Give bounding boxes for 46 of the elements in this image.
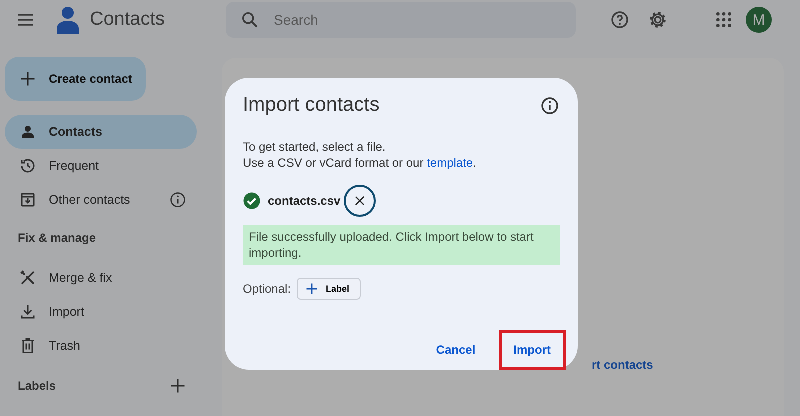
- plus-icon: [19, 70, 37, 88]
- section-heading: Labels: [18, 379, 56, 393]
- info-icon[interactable]: [540, 96, 560, 116]
- dialog-action-button[interactable]: Cancel: [421, 330, 491, 370]
- plus-icon[interactable]: [169, 377, 187, 395]
- search-icon: [240, 10, 260, 30]
- nav-label: Trash: [49, 339, 80, 353]
- nav-item[interactable]: Import: [5, 295, 197, 329]
- apps-grid-icon[interactable]: [714, 10, 734, 30]
- nav-item[interactable]: Frequent: [5, 149, 197, 183]
- nav-item[interactable]: Other contacts: [5, 183, 197, 217]
- app-title: Contacts: [90, 9, 166, 31]
- section-heading: Fix & manage: [17, 230, 98, 247]
- dialog-instructions: To get started, select a file. Use a CSV or vCard format or our template.: [243, 139, 478, 171]
- tray-download-icon: [19, 191, 37, 209]
- account-avatar[interactable]: M: [746, 7, 772, 33]
- help-icon[interactable]: [610, 10, 630, 30]
- nav-label: Frequent: [49, 159, 100, 173]
- search-field[interactable]: Search: [226, 2, 576, 38]
- nav-item[interactable]: Contacts: [5, 115, 197, 149]
- optional-label: Optional:: [243, 282, 292, 296]
- remove-file-button[interactable]: [344, 185, 376, 217]
- dialog-action-button[interactable]: Import: [498, 330, 566, 370]
- nav-item[interactable]: Merge & fix: [5, 261, 197, 295]
- add-label-button[interactable]: Label: [297, 278, 361, 300]
- history-icon: [19, 157, 37, 175]
- trash-icon: [19, 337, 37, 355]
- nav-label: Merge & fix: [49, 271, 112, 285]
- nav-label: Import: [49, 305, 84, 319]
- tools-icon: [19, 269, 37, 287]
- info-icon[interactable]: [169, 191, 187, 209]
- person-logo-icon: [56, 6, 80, 34]
- nav-label: Contacts: [49, 125, 102, 139]
- settings-icon[interactable]: [648, 10, 668, 30]
- success-message: File successfully uploaded. Click Import below to start importing.: [243, 225, 560, 265]
- template-link[interactable]: template: [427, 156, 474, 170]
- import-contacts-link[interactable]: rt contacts: [592, 358, 654, 372]
- person-icon: [19, 123, 37, 141]
- nav-label: Other contacts: [49, 193, 130, 207]
- nav-item[interactable]: Trash: [5, 329, 197, 363]
- create-contact-button[interactable]: Create contact: [5, 57, 146, 101]
- file-name: contacts.csv: [268, 194, 341, 208]
- dialog-title: Import contacts: [243, 94, 380, 117]
- download-icon: [19, 303, 37, 321]
- close-icon: [352, 194, 367, 208]
- plus-icon: [305, 282, 320, 296]
